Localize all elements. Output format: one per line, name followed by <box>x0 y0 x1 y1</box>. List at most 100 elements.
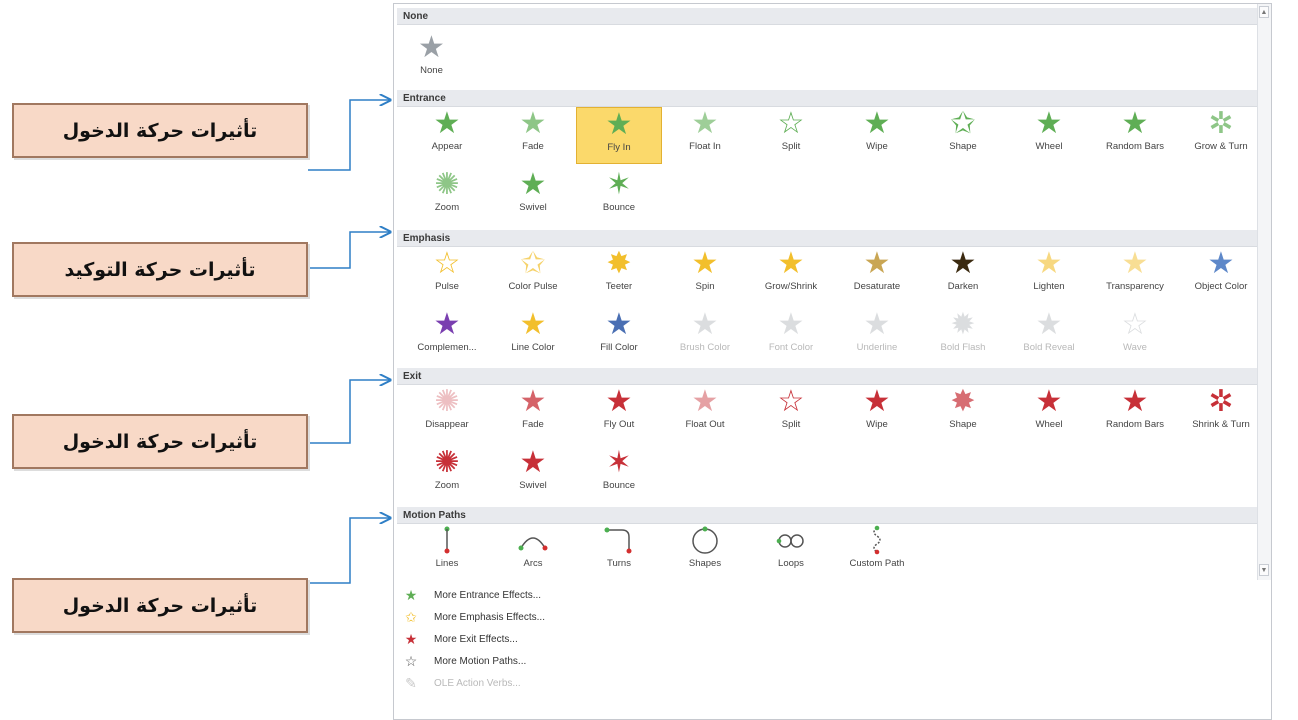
effect-none[interactable]: ★ None <box>404 31 459 88</box>
effect-label: Wheel <box>1035 419 1063 430</box>
effect-label: Wipe <box>866 141 888 152</box>
effect-color-pulse[interactable]: ✩ Color Pulse <box>490 247 576 304</box>
effect-fly-out[interactable]: ★ Fly Out <box>576 385 662 442</box>
scroll-up-button[interactable]: ▲ <box>1259 6 1269 18</box>
effect-desaturate[interactable]: ★ Desaturate <box>834 247 920 304</box>
connector-1 <box>308 100 390 171</box>
path-arcs[interactable]: Arcs <box>490 524 576 581</box>
effect-exit-wheel[interactable]: ★ Wheel <box>1006 385 1092 442</box>
menu-label: OLE Action Verbs... <box>434 677 521 689</box>
effect-disappear[interactable]: ✺ Disappear <box>404 385 490 442</box>
effect-zoom[interactable]: ✺ Zoom <box>404 168 490 225</box>
effect-label: Lighten <box>1033 281 1065 292</box>
section-entrance-header: Entrance <box>397 90 1257 107</box>
effect-line-color[interactable]: ★ Line Color <box>490 308 576 365</box>
effect-label: Bold Flash <box>940 342 986 353</box>
star-red-icon: ★ <box>1121 385 1149 418</box>
green-star-icon: ★ <box>404 586 418 603</box>
effect-label: Zoom <box>434 202 460 213</box>
effect-fade[interactable]: ★ Fade <box>490 107 576 164</box>
effect-bounce[interactable]: ✶ Bounce <box>576 168 662 225</box>
path-shapes[interactable]: Shapes <box>662 524 748 581</box>
menu-more-entrance[interactable]: ★ More Entrance Effects... <box>400 584 1260 606</box>
effect-exit-swivel[interactable]: ★ Swivel <box>490 446 576 503</box>
star-burst-green-icon: ✺ <box>434 168 460 201</box>
effect-label: Split <box>781 419 801 430</box>
menu-label: More Entrance Effects... <box>434 589 542 601</box>
path-custom[interactable]: Custom Path <box>834 524 920 581</box>
star-bounce-red-icon: ✶ <box>606 446 632 479</box>
effect-grow-turn[interactable]: ✲ Grow & Turn <box>1178 107 1264 164</box>
effect-object-color[interactable]: ★ Object Color <box>1178 247 1264 304</box>
menu-more-exit[interactable]: ★ More Exit Effects... <box>400 628 1260 650</box>
effect-split[interactable]: ☆ Split <box>748 107 834 164</box>
effect-darken[interactable]: ★ Darken <box>920 247 1006 304</box>
emphasis-row-2: ★ Complemen... ★ Line Color ★ Fill Color ★ B… <box>404 308 1178 368</box>
effect-grow-shrink[interactable]: ★ Grow/Shrink <box>748 247 834 304</box>
effect-random-bars[interactable]: ★ Random Bars <box>1092 107 1178 164</box>
star-yellow-icon: ★ <box>1121 247 1149 280</box>
star-green-icon: ★ <box>1121 107 1149 140</box>
star-gray-icon: ★ <box>777 308 805 341</box>
menu-label: More Motion Paths... <box>434 655 527 667</box>
effect-shrink-turn[interactable]: ✲ Shrink & Turn <box>1178 385 1264 442</box>
effect-transparency[interactable]: ★ Transparency <box>1092 247 1178 304</box>
effect-label: Wipe <box>866 419 888 430</box>
path-line-icon <box>404 524 490 558</box>
effect-spin[interactable]: ★ Spin <box>662 247 748 304</box>
effect-complementary[interactable]: ★ Complemen... <box>404 308 490 365</box>
callout-emphasis: تأثيرات حركة التوكيد <box>12 242 308 297</box>
menu-more-motion-paths[interactable]: ☆ More Motion Paths... <box>400 650 1260 672</box>
star-yellow-icon: ✸ <box>606 247 632 280</box>
path-loop-icon <box>748 524 834 558</box>
scroll-down-button[interactable]: ▼ <box>1259 564 1269 576</box>
effect-swivel[interactable]: ★ Swivel <box>490 168 576 225</box>
path-turns[interactable]: Turns <box>576 524 662 581</box>
effect-label: Swivel <box>519 480 547 491</box>
effect-fill-color[interactable]: ★ Fill Color <box>576 308 662 365</box>
star-yellow-icon: ☆ <box>433 247 461 280</box>
star-yellow-icon: ★ <box>691 247 719 280</box>
star-gray-icon: ★ <box>1035 308 1063 341</box>
effect-wipe[interactable]: ★ Wipe <box>834 107 920 164</box>
effect-label: Shape <box>949 141 977 152</box>
star-red-icon: ★ <box>863 385 891 418</box>
effect-appear[interactable]: ★ Appear <box>404 107 490 164</box>
star-red-icon: ★ <box>519 385 547 418</box>
effect-float-in[interactable]: ★ Float In <box>662 107 748 164</box>
effect-exit-fade[interactable]: ★ Fade <box>490 385 576 442</box>
effect-exit-bounce[interactable]: ✶ Bounce <box>576 446 662 503</box>
effect-wheel[interactable]: ★ Wheel <box>1006 107 1092 164</box>
effect-label: Complemen... <box>417 342 477 353</box>
effect-fly-in[interactable]: ★ Fly In <box>576 107 662 164</box>
effect-shape[interactable]: ✩ Shape <box>920 107 1006 164</box>
effect-label: Fade <box>522 141 544 152</box>
effect-pulse[interactable]: ☆ Pulse <box>404 247 490 304</box>
star-gray-icon: ★ <box>418 31 445 64</box>
star-bounce-green-icon: ✶ <box>606 168 632 201</box>
effect-float-out[interactable]: ★ Float Out <box>662 385 748 442</box>
effect-exit-random-bars[interactable]: ★ Random Bars <box>1092 385 1178 442</box>
path-loops[interactable]: Loops <box>748 524 834 581</box>
menu-more-emphasis[interactable]: ✩ More Emphasis Effects... <box>400 606 1260 628</box>
path-circle-icon <box>662 524 748 558</box>
effect-teeter[interactable]: ✸ Teeter <box>576 247 662 304</box>
motion-row-1: Lines Arcs Turns Shapes Loops Custom Pat… <box>404 524 920 584</box>
menu-label: More Emphasis Effects... <box>434 611 545 623</box>
effect-exit-split[interactable]: ☆ Split <box>748 385 834 442</box>
callout-exit: تأثيرات حركة الدخول <box>12 414 308 469</box>
star-blue-yellow-icon: ★ <box>1207 247 1235 280</box>
effect-exit-wipe[interactable]: ★ Wipe <box>834 385 920 442</box>
effect-label: Line Color <box>511 342 555 353</box>
effect-exit-zoom[interactable]: ✺ Zoom <box>404 446 490 503</box>
star-red-icon: ★ <box>1035 385 1063 418</box>
effect-lighten[interactable]: ★ Lighten <box>1006 247 1092 304</box>
star-green-icon: ★ <box>433 107 461 140</box>
menu-ole-action-verbs: ✎ OLE Action Verbs... <box>400 672 1260 694</box>
pencil-icon: ✎ <box>405 674 417 691</box>
effect-label: Disappear <box>425 419 469 430</box>
effect-exit-shape[interactable]: ✸ Shape <box>920 385 1006 442</box>
path-lines[interactable]: Lines <box>404 524 490 581</box>
none-row: ★ None <box>404 31 459 91</box>
star-yellow-icon: ✩ <box>520 247 546 280</box>
